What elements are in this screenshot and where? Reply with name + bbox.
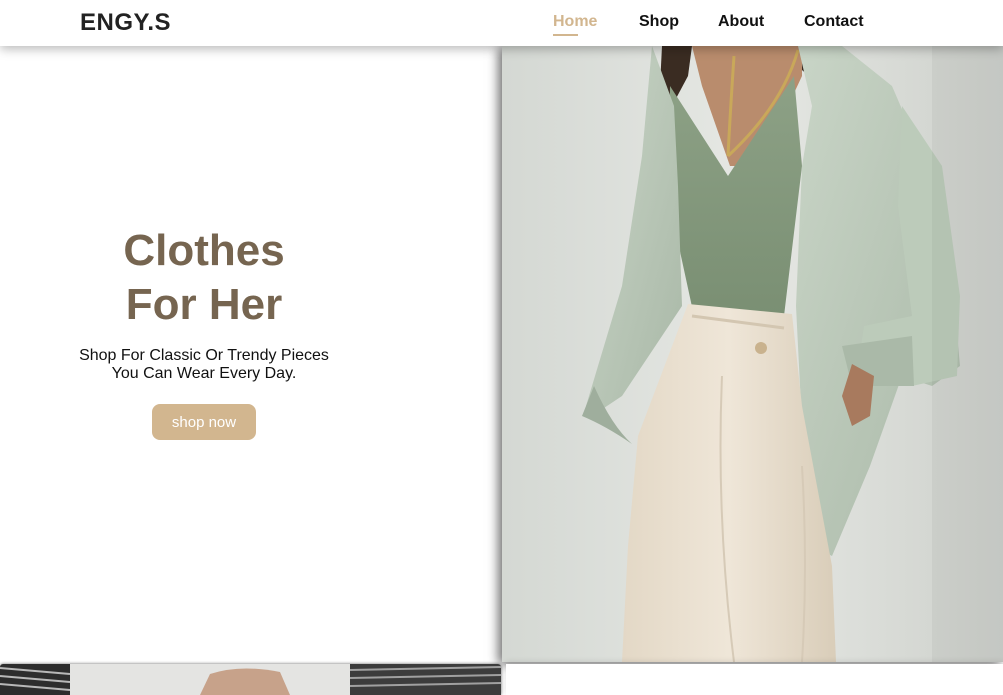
- hero-fashion-photo: [502, 46, 1003, 662]
- hero-subtitle: Shop For Classic Or Trendy Pieces You Ca…: [54, 347, 354, 383]
- nav-link-contact[interactable]: Contact: [804, 13, 864, 31]
- hero-subtitle-line: Shop For Classic Or Trendy Pieces: [79, 347, 329, 364]
- next-section-preview: [506, 664, 1003, 695]
- site-header: ENGY.S Home Shop About Contact: [0, 0, 1003, 46]
- hero-photo-illustration: [502, 46, 1003, 662]
- main-nav: Home Shop About Contact: [0, 13, 1003, 43]
- hero-title: Clothes For Her: [64, 224, 344, 332]
- nav-link-shop[interactable]: Shop: [639, 13, 679, 31]
- next-section-photo-preview: [0, 664, 501, 695]
- hero-subtitle-line: You Can Wear Every Day.: [111, 365, 297, 382]
- shop-now-button[interactable]: shop now: [152, 404, 256, 440]
- preview-illustration: [0, 664, 501, 695]
- hero-title-line: Clothes: [123, 226, 285, 275]
- nav-link-home[interactable]: Home: [553, 13, 597, 36]
- hero-title-line: For Her: [125, 280, 283, 329]
- nav-link-about[interactable]: About: [718, 13, 764, 31]
